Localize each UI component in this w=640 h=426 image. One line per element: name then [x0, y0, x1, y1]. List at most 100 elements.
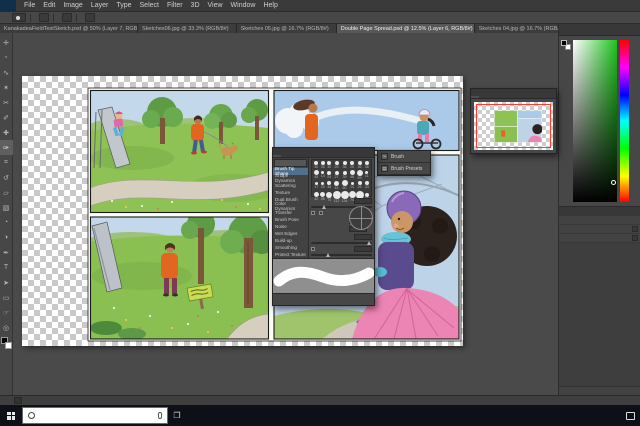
- hardness-slider[interactable]: [311, 241, 372, 245]
- pen-tool[interactable]: ✒: [0, 245, 13, 260]
- hand-tool[interactable]: ☞: [0, 305, 13, 320]
- brush-tip[interactable]: 36: [341, 161, 349, 170]
- eraser-tool[interactable]: ▱: [0, 185, 13, 200]
- document-tab[interactable]: Double Page Spread.psd @ 12.5% (Layer 6,…: [336, 24, 475, 33]
- spacing-slider[interactable]: [311, 253, 372, 257]
- type-tool[interactable]: T: [0, 260, 13, 275]
- brush-section-item[interactable]: Build-up: [273, 237, 308, 244]
- spacing-checkbox[interactable]: [311, 247, 315, 251]
- gradient-tool[interactable]: ▧: [0, 200, 13, 215]
- color-picker-marker[interactable]: [611, 180, 616, 185]
- eyedropper-tool[interactable]: ✐: [0, 110, 13, 125]
- document-tab[interactable]: KanakadeaFieldTestSketch.psd @ 50% (Laye…: [0, 24, 138, 33]
- action-center-icon[interactable]: [626, 411, 635, 420]
- navigator-tab[interactable]: [471, 96, 479, 98]
- menu-item[interactable]: File: [20, 0, 39, 12]
- blur-tool[interactable]: ◔: [0, 215, 13, 230]
- mini-foreground-background-swatches[interactable]: [561, 40, 571, 50]
- menu-item[interactable]: View: [204, 0, 227, 12]
- flip-x-checkbox[interactable]: [311, 211, 315, 215]
- brush-tip[interactable]: 25: [333, 161, 341, 170]
- artwork-canvas[interactable]: [22, 76, 463, 346]
- brush-tip[interactable]: 25: [349, 161, 356, 170]
- spacing-value[interactable]: [354, 246, 372, 252]
- brush-tip[interactable]: 39: [341, 170, 349, 181]
- lasso-tool[interactable]: ∿: [0, 65, 13, 80]
- brush-tip[interactable]: 11: [364, 170, 371, 181]
- hue-slider[interactable]: [620, 40, 629, 202]
- move-tool[interactable]: ✛: [0, 35, 13, 50]
- navigator-thumbnail[interactable]: [474, 102, 553, 150]
- path-selection-tool[interactable]: ➤: [0, 275, 13, 290]
- layer-opacity-value[interactable]: [632, 225, 638, 233]
- menu-item[interactable]: Filter: [163, 0, 187, 12]
- size-value[interactable]: [354, 198, 372, 204]
- brush-tip[interactable]: 27: [333, 170, 341, 181]
- navigator-view-box[interactable]: [476, 104, 551, 148]
- clone-stamp-tool[interactable]: ⌗: [0, 155, 13, 170]
- brush-presets-panel-button[interactable]: ▤ Brush Presets: [378, 163, 430, 175]
- menu-item[interactable]: Image: [59, 0, 86, 12]
- menu-item[interactable]: Window: [227, 0, 260, 12]
- brush-tip[interactable]: 46: [349, 170, 356, 181]
- microphone-icon[interactable]: [158, 412, 162, 419]
- layer-fill-value[interactable]: [632, 234, 638, 242]
- taskbar-search-box[interactable]: [22, 407, 168, 424]
- brush-section-item[interactable]: Texture: [273, 189, 308, 196]
- brush-tip[interactable]: 26: [356, 180, 364, 191]
- color-saturation-field[interactable]: [573, 40, 617, 202]
- brush-section-item[interactable]: Smoothing: [273, 244, 308, 251]
- menu-item[interactable]: Edit: [39, 0, 59, 12]
- brush-section-item[interactable]: Protect Texture: [273, 251, 308, 258]
- brush-tip[interactable]: 33: [364, 180, 371, 191]
- dodge-tool[interactable]: ◑: [0, 230, 13, 245]
- zoom-tool[interactable]: ◎: [0, 320, 13, 335]
- flip-y-checkbox[interactable]: [319, 211, 323, 215]
- menu-item[interactable]: Type: [112, 0, 135, 12]
- opacity-select[interactable]: [62, 13, 72, 22]
- brush-section-item[interactable]: Noise: [273, 223, 308, 230]
- menu-item[interactable]: Select: [136, 0, 163, 12]
- brush-panel-tab[interactable]: [281, 155, 289, 157]
- angle-roundness-control[interactable]: [349, 206, 373, 230]
- blend-mode-select[interactable]: [39, 13, 49, 22]
- start-button[interactable]: [0, 405, 22, 426]
- flow-select[interactable]: [85, 13, 95, 22]
- brush-preset-picker[interactable]: [12, 13, 26, 22]
- brush-panel-tab[interactable]: [273, 155, 281, 157]
- brush-section-item[interactable]: Color Dynamics: [273, 201, 308, 211]
- document-tab[interactable]: Sketches06.jpg @ 33.3% (RGB/8#): [138, 24, 237, 33]
- menu-item[interactable]: 3D: [187, 0, 204, 12]
- brush-tip[interactable]: 36: [356, 161, 364, 170]
- crop-tool[interactable]: ✂: [0, 95, 13, 110]
- brush-section-item[interactable]: Brush Pose: [273, 216, 308, 223]
- hardness-value[interactable]: [354, 234, 372, 240]
- brush-tool[interactable]: ✑: [0, 140, 13, 155]
- marquee-tool[interactable]: ▫: [0, 50, 13, 65]
- shape-tool[interactable]: ▭: [0, 290, 13, 305]
- foreground-background-swatches[interactable]: [0, 337, 12, 349]
- history-brush-tool[interactable]: ↺: [0, 170, 13, 185]
- brush-section-item[interactable]: Shape Dynamics: [273, 173, 308, 183]
- photoshop-window: File Edit Image Layer Type Select Filter 3D View…: [0, 0, 640, 426]
- document-canvas[interactable]: [22, 76, 463, 346]
- brush-tip[interactable]: 36: [364, 161, 371, 170]
- brush-panel-button[interactable]: ✑ Brush: [378, 151, 430, 163]
- dock-collapse-bar[interactable]: [559, 24, 640, 36]
- brush-tip[interactable]: 134: [340, 190, 349, 204]
- brush-tip[interactable]: 44: [333, 180, 341, 191]
- menu-item[interactable]: Layer: [87, 0, 113, 12]
- task-view-button[interactable]: ❐: [168, 411, 186, 420]
- brush-tip[interactable]: 59: [356, 169, 364, 181]
- menu-item[interactable]: Help: [259, 0, 281, 12]
- brush-tip[interactable]: 112: [332, 190, 341, 204]
- brush-section-item[interactable]: Wet Edges: [273, 230, 308, 237]
- system-tray: [614, 411, 640, 420]
- healing-brush-tool[interactable]: ✚: [0, 125, 13, 140]
- zoom-level-field[interactable]: [14, 397, 22, 404]
- quick-selection-tool[interactable]: ✶: [0, 80, 13, 95]
- brush-tip[interactable]: 14: [349, 180, 356, 191]
- background-color-swatch[interactable]: [4, 342, 12, 349]
- document-tab[interactable]: Sketches 05.jpg @ 16.7% (RGB/8#): [236, 24, 337, 33]
- brush-tip[interactable]: 60: [341, 180, 349, 191]
